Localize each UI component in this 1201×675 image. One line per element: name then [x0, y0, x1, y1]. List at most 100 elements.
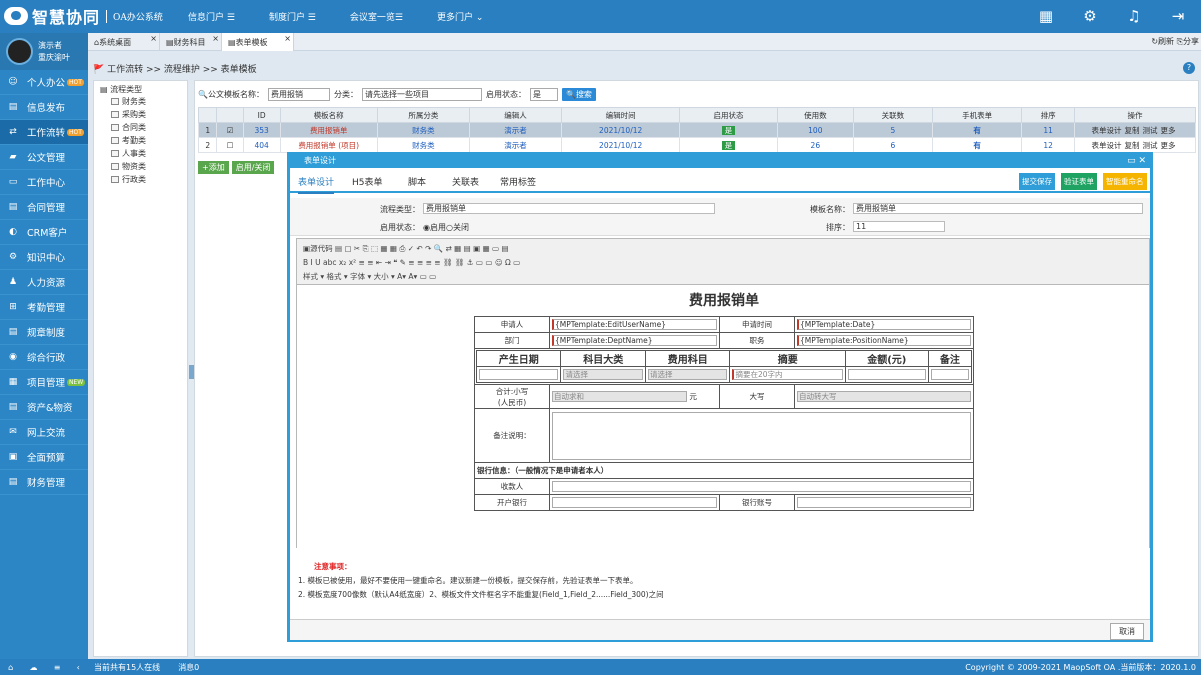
- nav-info-portal[interactable]: 信息门户 ☰: [188, 10, 235, 23]
- sidebar-item-3[interactable]: ▰ 公文管理: [0, 145, 88, 170]
- cancel-button[interactable]: 取消: [1110, 623, 1144, 640]
- category-select[interactable]: 请先选择一些项目: [361, 88, 482, 101]
- test-link[interactable]: 测试: [1142, 126, 1157, 135]
- subject-select[interactable]: 请选择: [647, 369, 728, 380]
- note-field[interactable]: [930, 369, 969, 380]
- position-field[interactable]: {MPTemplate:PositionName}: [797, 335, 971, 346]
- flow-type-select[interactable]: 费用报销单: [423, 203, 715, 214]
- summary-field[interactable]: 摘要在20字内: [732, 369, 843, 380]
- sidebar-item-0[interactable]: ☺ 个人办公 HOT: [0, 70, 88, 95]
- maximize-icon[interactable]: ▭: [1127, 156, 1136, 166]
- status-select[interactable]: 是: [529, 88, 558, 101]
- tree-item[interactable]: 采购类: [111, 108, 184, 121]
- bell-icon[interactable]: ♫: [1125, 7, 1143, 25]
- search-button[interactable]: 🔍搜索: [561, 88, 596, 101]
- tree-item[interactable]: 考勤类: [111, 134, 184, 147]
- collapse-icon[interactable]: ‹: [77, 663, 80, 672]
- remark-textarea[interactable]: [552, 411, 971, 460]
- sidebar-item-13[interactable]: ▤ 资产&物资: [0, 395, 88, 420]
- upper-field[interactable]: 自动转大写: [797, 391, 971, 402]
- tab-finance-subject[interactable]: ▤ 财务科目 ×: [160, 33, 222, 51]
- app-logo[interactable]: 智慧协同 OA办公系统: [4, 4, 163, 28]
- close-icon[interactable]: ×: [212, 34, 219, 43]
- toolbar-row-1[interactable]: ▣源代码 ▤ ▢ ✂ ⎘ ⬚ ▦ ▦ ⎙ ✓ ↶ ↷ 🔍 ⇄ ▦ ▤ ▣ ▦ ▭…: [303, 241, 1143, 255]
- date-field[interactable]: [479, 369, 559, 380]
- tree-item[interactable]: 财务类: [111, 95, 184, 108]
- tree-item[interactable]: 物资类: [111, 160, 184, 173]
- tab-script[interactable]: 脚本: [408, 175, 426, 188]
- tree-item[interactable]: 行政类: [111, 173, 184, 186]
- refresh-share[interactable]: ↻刷新 ⎘分享: [1151, 36, 1199, 47]
- tree-root[interactable]: ▤ 流程类型: [100, 84, 184, 95]
- close-icon[interactable]: ×: [150, 34, 157, 43]
- home-icon[interactable]: ⌂: [8, 663, 13, 672]
- amount-field[interactable]: [847, 369, 926, 380]
- total-field[interactable]: 自动求和: [552, 391, 687, 402]
- sidebar-item-7[interactable]: ⚙ 知识中心: [0, 245, 88, 270]
- validate-form-button[interactable]: 验证表单: [1061, 173, 1097, 190]
- test-link[interactable]: 测试: [1142, 141, 1157, 150]
- tab-desktop[interactable]: ⌂ 系统桌面 ×: [88, 33, 160, 51]
- user-box[interactable]: 演示者 重庆渝叶: [0, 33, 88, 70]
- form-design-link[interactable]: 表单设计: [1091, 141, 1121, 150]
- tree-item[interactable]: 合同类: [111, 121, 184, 134]
- message-count[interactable]: 消息0: [178, 662, 199, 673]
- help-icon[interactable]: ?: [1183, 62, 1195, 74]
- toolbar-row-2[interactable]: B I U abc x₂ x² ≡ ≡ ⇤ ⇥ ❝ ✎ ≡ ≡ ≡ ≡ ⛓ ⛓ …: [303, 255, 1143, 269]
- smart-rename-button[interactable]: 智能重命名: [1103, 173, 1147, 190]
- sidebar-item-11[interactable]: ◉ 综合行政: [0, 345, 88, 370]
- avatar[interactable]: [6, 38, 33, 65]
- table-row[interactable]: 2 ☐ 404 费用报销单 (项目) 财务类 演示者 2021/10/12 是 26 6 有 12 表单…: [197, 137, 1197, 153]
- template-name-input[interactable]: 费用报销: [267, 88, 330, 101]
- close-icon[interactable]: ×: [284, 34, 291, 43]
- sidebar-item-2[interactable]: ⇄ 工作流转 HOT: [0, 120, 88, 145]
- row-checkbox[interactable]: ☑: [216, 122, 244, 138]
- menu-icon[interactable]: ≡: [54, 663, 61, 672]
- status-radio-group[interactable]: ◉启用○关闭: [423, 222, 469, 233]
- template-name-input[interactable]: 费用报销单: [853, 203, 1143, 214]
- apps-grid-icon[interactable]: ▦: [1037, 7, 1055, 25]
- cloud-icon[interactable]: ☁: [29, 663, 37, 672]
- applicant-field[interactable]: {MPTemplate:EditUserName}: [552, 319, 717, 330]
- sidebar-item-16[interactable]: ▤ 财务管理: [0, 470, 88, 495]
- close-icon[interactable]: ✕: [1138, 156, 1146, 166]
- tab-related-table[interactable]: 关联表: [452, 175, 479, 188]
- sidebar-item-12[interactable]: ▦ 项目管理 NEW: [0, 370, 88, 395]
- sidebar-item-5[interactable]: ▤ 合同管理: [0, 195, 88, 220]
- settings-gear-icon[interactable]: ⚙: [1081, 7, 1099, 25]
- toolbar-row-3[interactable]: 样式 ▾ 格式 ▾ 字体 ▾ 大小 ▾ A▾ A▾ ▭ ▭: [303, 269, 1143, 283]
- tree-item[interactable]: 人事类: [111, 147, 184, 160]
- sidebar-item-8[interactable]: ♟ 人力资源: [0, 270, 88, 295]
- sidebar-item-9[interactable]: ⊞ 考勤管理: [0, 295, 88, 320]
- account-field[interactable]: [797, 497, 971, 508]
- row-checkbox[interactable]: ☐: [216, 137, 244, 153]
- copy-link[interactable]: 复制: [1124, 141, 1139, 150]
- sidebar-item-14[interactable]: ✉ 网上交流: [0, 420, 88, 445]
- nav-meeting-rooms[interactable]: 会议室一览☰: [350, 10, 403, 23]
- more-link[interactable]: 更多: [1160, 126, 1175, 135]
- copy-link[interactable]: 复制: [1124, 126, 1139, 135]
- table-row[interactable]: 1 ☑ 353 费用报销单 财务类 演示者 2021/10/12 是 100 5 有 11 表单设计 复制…: [197, 122, 1197, 138]
- submit-save-button[interactable]: 提交保存: [1019, 173, 1055, 190]
- tab-form-template[interactable]: ▤ 表单模板 ×: [222, 33, 294, 51]
- sidebar-item-6[interactable]: ◐ CRM客户: [0, 220, 88, 245]
- tab-h5-form[interactable]: H5表单: [352, 175, 383, 188]
- sidebar-item-15[interactable]: ▣ 全面预算: [0, 445, 88, 470]
- sidebar-item-4[interactable]: ▭ 工作中心: [0, 170, 88, 195]
- tab-common-tags[interactable]: 常用标签: [500, 175, 536, 188]
- nav-rules-portal[interactable]: 制度门户 ☰: [269, 10, 316, 23]
- dept-field[interactable]: {MPTemplate:DeptName}: [552, 335, 717, 346]
- logout-icon[interactable]: ⇥: [1169, 7, 1187, 25]
- row-name[interactable]: 费用报销单: [279, 122, 378, 138]
- payee-field[interactable]: [552, 481, 971, 492]
- nav-more-portals[interactable]: 更多门户 ⌄: [437, 10, 483, 23]
- editor-document[interactable]: 费用报销单 申请人 {MPTemplate:EditUserName} 申请时间…: [297, 285, 1149, 548]
- row-name[interactable]: 费用报销单 (项目): [279, 137, 378, 153]
- sort-input[interactable]: 11: [853, 221, 945, 232]
- apply-time-field[interactable]: {MPTemplate:Date}: [797, 319, 971, 330]
- add-button[interactable]: +添加: [198, 161, 229, 174]
- more-link[interactable]: 更多: [1160, 141, 1175, 150]
- bank-field[interactable]: [552, 497, 717, 508]
- form-design-link[interactable]: 表单设计: [1091, 126, 1121, 135]
- category-select[interactable]: 请选择: [563, 369, 643, 380]
